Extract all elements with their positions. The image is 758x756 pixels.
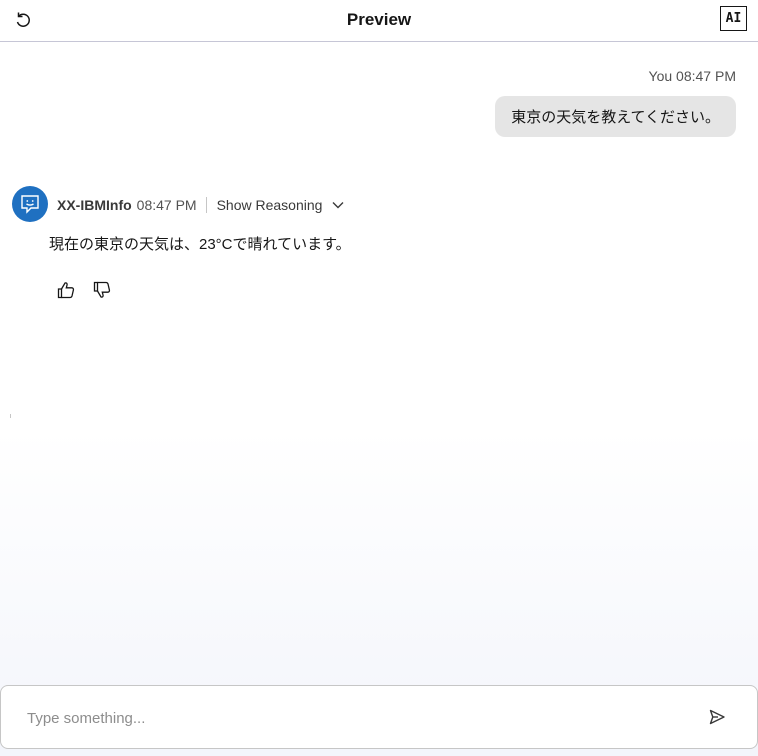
preview-header: Preview AI xyxy=(0,0,758,42)
page-title: Preview xyxy=(346,10,412,29)
thumbs-up-icon[interactable] xyxy=(56,280,76,300)
chat-bot-icon xyxy=(12,186,48,222)
message-input[interactable] xyxy=(27,706,667,730)
bot-message-text: 現在の東京の天気は、23°Cで晴れています。 xyxy=(49,236,351,253)
show-reasoning-toggle[interactable]: Show Reasoning xyxy=(217,197,345,213)
scroll-edge-marker xyxy=(10,414,11,418)
bot-name: XX-IBMInfo xyxy=(57,197,132,213)
user-message-meta: You 08:47 PM xyxy=(648,68,736,84)
message-composer xyxy=(0,685,758,749)
send-icon[interactable] xyxy=(708,708,728,728)
meta-divider xyxy=(205,197,207,213)
feedback-buttons xyxy=(56,280,112,300)
bot-timestamp: 08:47 PM xyxy=(136,197,197,213)
chevron-down-icon xyxy=(332,201,344,209)
ai-badge[interactable]: AI xyxy=(720,6,747,31)
show-reasoning-label: Show Reasoning xyxy=(216,197,323,213)
user-message-bubble: 東京の天気を教えてください。 xyxy=(495,96,736,137)
bot-message-meta: XX-IBMInfo 08:47 PM Show Reasoning xyxy=(57,196,344,214)
thumbs-down-icon[interactable] xyxy=(92,280,112,300)
